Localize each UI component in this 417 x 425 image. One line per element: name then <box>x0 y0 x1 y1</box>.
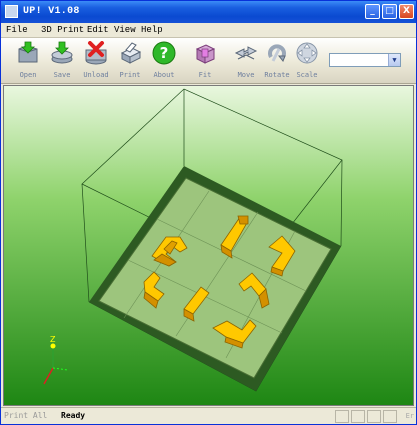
status-cell <box>335 410 349 423</box>
open-icon <box>18 41 38 63</box>
status-cell <box>383 410 397 423</box>
status-print-all: Print All <box>4 411 48 420</box>
status-ready: Ready <box>61 411 86 420</box>
axis-z-label: Z <box>50 335 56 344</box>
fit-icon <box>195 44 216 64</box>
menu-view[interactable]: View <box>114 25 136 35</box>
3d-viewport[interactable]: Z <box>3 85 414 406</box>
scale-label: Scale <box>296 71 318 79</box>
about-button[interactable]: ? About <box>147 40 181 82</box>
menu-bar: File 3D Print Edit View Help <box>1 23 416 38</box>
scale-icon <box>296 42 318 64</box>
maximize-button[interactable]: □ <box>382 4 397 19</box>
print-icon <box>120 42 142 64</box>
menu-file[interactable]: File <box>6 25 28 35</box>
chevron-down-icon[interactable]: ▼ <box>388 54 400 66</box>
fit-label: Fit <box>198 71 212 79</box>
window-title: UP! V1.08 <box>23 6 80 17</box>
fit-button[interactable]: Fit <box>188 40 222 82</box>
move-icon <box>234 46 258 60</box>
model-select[interactable]: ▼ <box>329 53 401 67</box>
maximize-icon: □ <box>385 6 394 16</box>
status-cell <box>367 410 381 423</box>
viewport-scene: Z <box>4 86 413 405</box>
app-window: UP! V1.08 _ □ X File 3D Print Edit View … <box>0 0 417 425</box>
minimize-icon: _ <box>370 6 375 16</box>
toolbar: Open Save Unload Print ? About Fit Move … <box>1 38 416 84</box>
app-icon <box>5 5 18 18</box>
menu-3d-print[interactable]: 3D Print <box>41 25 84 35</box>
about-icon: ? <box>152 41 176 65</box>
close-button[interactable]: X <box>399 4 414 19</box>
status-bar: Print All Ready Er <box>1 407 416 424</box>
status-cell <box>351 410 365 423</box>
save-button[interactable]: Save <box>45 40 79 82</box>
unload-button[interactable]: Unload <box>79 40 113 82</box>
status-right-text: Er <box>405 412 414 420</box>
rotate-icon <box>268 44 286 62</box>
close-icon: X <box>403 6 410 16</box>
menu-edit[interactable]: Edit <box>87 25 109 35</box>
about-label: About <box>153 71 175 79</box>
minimize-button[interactable]: _ <box>365 4 380 19</box>
open-button[interactable]: Open <box>11 40 45 82</box>
print-button[interactable]: Print <box>113 40 147 82</box>
save-icon <box>51 41 73 64</box>
menu-help[interactable]: Help <box>141 25 163 35</box>
unload-icon <box>85 41 107 65</box>
svg-text:?: ? <box>160 44 169 62</box>
scale-button[interactable]: Scale <box>290 40 324 82</box>
title-bar[interactable]: UP! V1.08 _ □ X <box>1 1 416 23</box>
